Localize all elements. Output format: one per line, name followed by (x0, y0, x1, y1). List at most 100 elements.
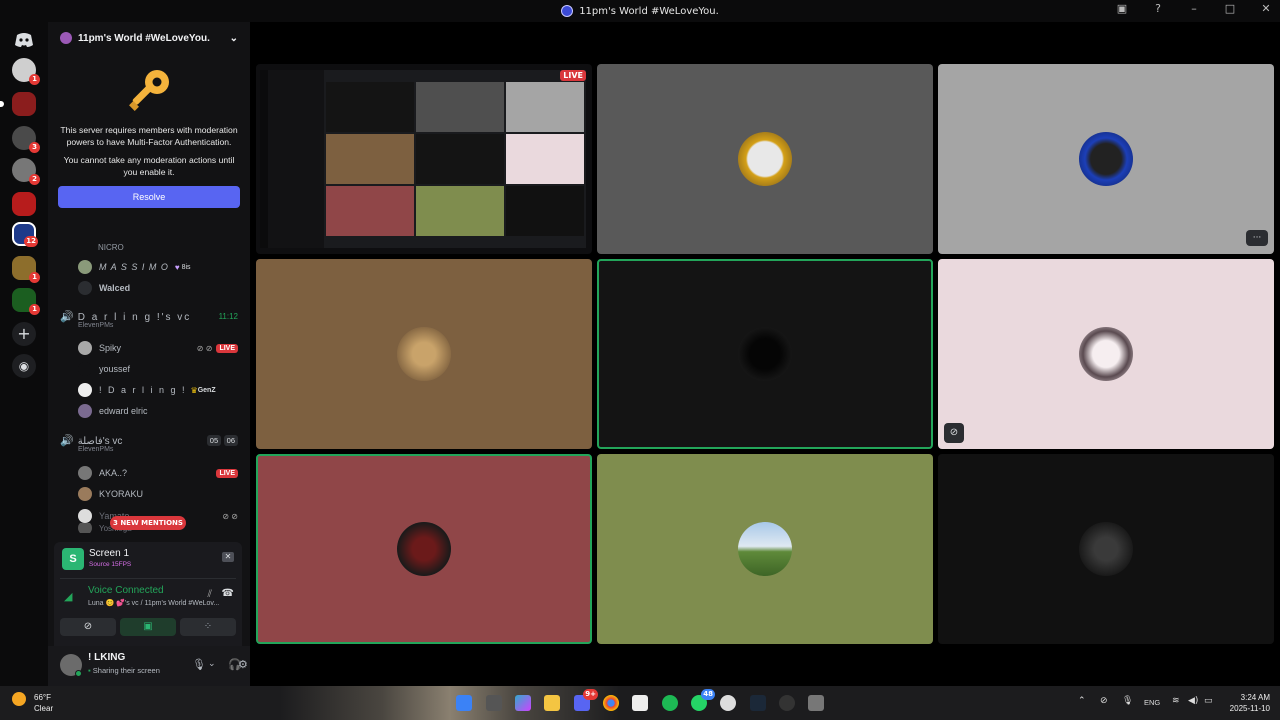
list-item[interactable]: M A S S I M O ♥ 8is (48, 258, 250, 276)
server-icon-4[interactable]: 2 (12, 158, 40, 185)
os-taskbar: 66°F Clear 9+ 48 ⌃ ⊘ 🎙 ENG ≋ ◀) ▭ 3:24 A… (0, 686, 1280, 720)
avatar (1079, 132, 1133, 186)
avatar (78, 404, 92, 418)
microphone-tray-icon[interactable]: 🎙 (1122, 696, 1133, 706)
screen-preview-icon[interactable]: S (62, 548, 84, 570)
help-icon[interactable]: ? (1150, 2, 1166, 15)
volume-icon[interactable]: ◀) (1188, 696, 1198, 706)
server-badge: 2 (29, 174, 40, 185)
store-icon[interactable] (632, 695, 648, 711)
discord-app-icon[interactable]: 9+ (574, 689, 598, 711)
discover-icon[interactable]: ◉ (12, 354, 36, 378)
stop-stream-icon[interactable]: ✕ (222, 552, 234, 562)
app-icon[interactable] (779, 695, 795, 711)
add-server-icon[interactable]: + (12, 322, 36, 346)
file-explorer-icon[interactable] (544, 695, 560, 711)
discord-home-icon[interactable] (12, 28, 36, 52)
list-item[interactable]: KYORAKU (48, 485, 250, 503)
clock-date: 2025-11-10 (1229, 704, 1270, 713)
spotify-icon[interactable] (662, 695, 678, 711)
server-icon-8[interactable]: 1 (12, 288, 40, 315)
window-title-text: 11pm's World #WeLoveYou. (579, 5, 719, 17)
avatar (1079, 327, 1133, 381)
participant-tile[interactable] (597, 64, 933, 254)
server-icon-2[interactable] (0, 92, 36, 116)
server-rail: 1 3 2 12 1 1 + ◉ (0, 22, 48, 686)
network-off-icon[interactable]: ⊘ (1100, 696, 1108, 706)
voice-channel-label[interactable]: Luna 😊 💕's vc / 11pm's World #WeLov... (88, 599, 219, 607)
username[interactable]: ! LKING (88, 652, 125, 663)
microphone-icon[interactable]: 🎙 (192, 658, 206, 671)
avatar (738, 522, 792, 576)
shared-screen-preview (260, 70, 586, 248)
member-tag: 8is (181, 263, 191, 271)
system-clock[interactable]: 3:24 AM 2025-11-10 (1230, 692, 1270, 714)
participant-tile[interactable]: ··· (938, 64, 1274, 254)
live-badge: LIVE (216, 343, 238, 353)
member-name: KYORAKU (99, 489, 144, 499)
search-app-icon[interactable] (720, 695, 736, 711)
task-view-icon[interactable] (486, 695, 502, 711)
more-options-icon[interactable]: ··· (1246, 230, 1268, 246)
channel-sub: ElevenPMs (48, 320, 250, 330)
new-mentions-pill[interactable]: 3 NEW MENTIONS (110, 516, 186, 530)
chevron-down-icon[interactable]: ⌄ (208, 658, 216, 669)
participant-tile-speaking[interactable] (597, 259, 933, 449)
crown-icon: ♛ (190, 385, 198, 395)
taskbar-badge: 48 (701, 689, 715, 700)
language-indicator[interactable]: ENG (1144, 698, 1160, 707)
start-icon[interactable] (456, 695, 472, 711)
chevron-up-icon[interactable]: ⌃ (1078, 696, 1086, 706)
weather-icon[interactable] (12, 692, 26, 706)
resolve-button[interactable]: Resolve (58, 186, 240, 208)
participant-tile[interactable] (938, 454, 1274, 644)
participant-tile[interactable] (597, 454, 933, 644)
list-item[interactable]: NICRO (48, 242, 250, 252)
server-icon-5[interactable] (12, 192, 36, 216)
minimize-icon[interactable]: – (1186, 2, 1202, 15)
list-item[interactable]: ! D a r l i n g ! ♛ GenZ (48, 381, 250, 399)
server-icon-1[interactable]: 1 (12, 58, 40, 85)
maximize-icon[interactable]: □ (1222, 2, 1238, 15)
settings-icon[interactable]: ⚙ (238, 658, 248, 671)
list-item[interactable]: Walced (48, 279, 250, 297)
list-item[interactable]: youssef (48, 360, 250, 378)
voice-status[interactable]: Voice Connected (88, 585, 164, 596)
mfa-text-1: This server requires members with modera… (60, 125, 238, 147)
participant-tile[interactable]: ⊘ (938, 259, 1274, 449)
avatar (738, 327, 792, 381)
copilot-icon[interactable] (515, 695, 531, 711)
battery-icon[interactable]: ▭ (1204, 696, 1213, 706)
participant-tile-speaking[interactable] (256, 454, 592, 644)
server-icon-7[interactable]: 1 (12, 256, 40, 283)
participant-tile[interactable] (256, 259, 592, 449)
settings-app-icon[interactable] (808, 695, 824, 711)
chevron-down-icon[interactable]: ⌄ (230, 33, 238, 44)
list-item[interactable]: Spiky ⊘ ⊘ LIVE (48, 339, 250, 357)
list-item[interactable]: AKA..? LIVE (48, 464, 250, 482)
list-item[interactable]: edward elric (48, 402, 250, 420)
steam-icon[interactable] (750, 695, 766, 711)
chrome-icon[interactable] (603, 695, 619, 711)
window-titlebar: 11pm's World #WeLoveYou. ▣ ? – □ ✕ (0, 0, 1280, 22)
weather-widget[interactable]: 66°F Clear (34, 692, 53, 714)
wifi-icon[interactable]: ≋ (1172, 696, 1180, 706)
whatsapp-icon[interactable]: 48 (691, 689, 715, 711)
server-badge: 1 (29, 304, 40, 315)
member-name: Walced (99, 283, 131, 293)
screen-share-button[interactable]: ▣ (120, 618, 176, 636)
activities-button[interactable]: ⁘ (180, 618, 236, 636)
avatar (78, 487, 92, 501)
inbox-icon[interactable]: ▣ (1114, 2, 1130, 15)
server-icon-3[interactable]: 3 (12, 126, 40, 153)
member-name: AKA..? (99, 468, 128, 478)
disconnect-icon[interactable]: ☎ (222, 588, 234, 599)
channel-status: ElevenPMs (78, 321, 114, 329)
server-name: 11pm's World #WeLoveYou. (78, 32, 210, 44)
server-header[interactable]: 11pm's World #WeLoveYou. ⌄ (48, 22, 250, 54)
camera-off-button[interactable]: ⊘ (60, 618, 116, 636)
server-icon-active[interactable]: 12 (12, 222, 38, 247)
noise-suppression-icon[interactable]: ⫽ (208, 589, 212, 600)
close-icon[interactable]: ✕ (1258, 2, 1274, 15)
screen-share-tile[interactable]: LIVE (256, 64, 592, 254)
